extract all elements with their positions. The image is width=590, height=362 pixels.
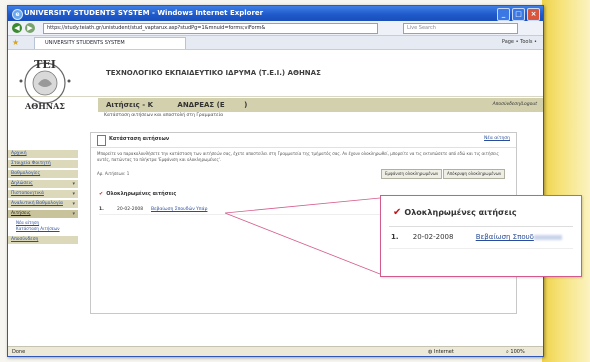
callout-row: 1. 20-02-2008 Βεβαίωση Σπουδ <box>391 233 562 241</box>
callout-row-number: 1. <box>391 233 399 241</box>
blurred-text <box>533 234 562 240</box>
address-input[interactable]: https://study.teiath.gr/unistudent/stud_… <box>43 23 378 34</box>
window-title: UNIVERSITY STUDENTS SYSTEM - Windows Int… <box>24 9 264 17</box>
status-text: Done <box>12 349 26 355</box>
description-text: Μπορείτε να παρακολουθήσετε την κατάστασ… <box>97 151 499 162</box>
check-icon: ✔ <box>99 191 104 197</box>
chevron-down-icon: ▾ <box>72 211 75 217</box>
completed-heading: ✔ Ολοκληρωμένες αιτήσεις <box>99 191 177 197</box>
callout-row-link[interactable]: Βεβαίωση Σπουδ <box>476 233 562 241</box>
sidebar-item-transcript[interactable]: Αναλυτική Βαθμολογία ▾ <box>8 200 78 208</box>
document-icon <box>97 135 106 146</box>
sidebar-item-grades[interactable]: Βαθμολογίες <box>8 170 78 178</box>
sidebar-item-certificates[interactable]: Πιστοποιητικά ▾ <box>8 190 78 198</box>
sidebar: Αρχική Στοιχεία Φοιτητή Βαθμολογίες Δηλώ… <box>8 150 78 246</box>
zoom-callout: ✔ Ολοκληρωμένες αιτήσεις 1. 20-02-2008 Βε… <box>380 195 582 277</box>
sidebar-item-home[interactable]: Αρχική <box>8 150 78 158</box>
sidebar-item-logout[interactable]: Αποσύνδεση <box>8 236 78 244</box>
applications-count: Αρ. Αιτήσεων: 1 <box>97 171 130 176</box>
favorites-star-icon[interactable]: ★ <box>12 37 19 48</box>
page-tools-menu[interactable]: Page • Tools • <box>502 37 537 48</box>
callout-heading: ✔ Ολοκληρωμένες αιτήσεις <box>393 207 517 218</box>
page-edge-decoration <box>542 0 590 362</box>
sidebar-item-student-info[interactable]: Στοιχεία Φοιτητή <box>8 160 78 168</box>
search-input[interactable]: Live Search <box>403 23 518 34</box>
forward-icon[interactable]: ▶ <box>25 23 35 33</box>
hide-completed-button[interactable]: Απόκρυψη ολοκληρωμένων <box>443 169 506 179</box>
institution-title: ΤΕΧΝΟΛΟΓΙΚΟ ΕΚΠΑΙΔΕΥΤΙΚΟ ΙΔΡΥΜΑ (Τ.Ε.Ι.)… <box>106 69 321 77</box>
security-zone: ◍ Internet <box>428 349 454 355</box>
tab-current[interactable]: UNIVERSITY STUDENTS SYSTEM <box>34 37 186 49</box>
new-application-link[interactable]: Νέα αίτηση <box>484 136 510 141</box>
zoom-level[interactable]: ⌕ 100% <box>506 347 525 356</box>
divider <box>389 226 573 227</box>
window-controls: _ □ × <box>497 8 540 21</box>
sidebar-item-applications[interactable]: Αιτήσεις ▾ <box>8 210 78 218</box>
maximize-button[interactable]: □ <box>512 8 525 21</box>
svg-text:ΑΘΗΝΑΣ: ΑΘΗΝΑΣ <box>24 101 65 111</box>
callout-row-date: 20-02-2008 <box>412 233 454 241</box>
sidebar-subitem-application-status[interactable]: Κατάσταση Αιτήσεων <box>8 226 78 232</box>
window-titlebar: e UNIVERSITY STUDENTS SYSTEM - Windows I… <box>8 6 543 21</box>
minimize-button[interactable]: _ <box>497 8 510 21</box>
check-icon: ✔ <box>393 207 402 218</box>
internet-explorer-icon: e <box>12 9 23 20</box>
main-panel-header: Κατάσταση αιτήσεων Νέα αίτηση <box>91 133 516 148</box>
svg-text:ΤΕΙ: ΤΕΙ <box>34 58 56 71</box>
tei-logo: ΤΕΙ ΑΘΗΝΑΣ <box>19 58 71 111</box>
zoom-icon: ⌕ <box>506 349 509 355</box>
back-icon[interactable]: ◀ <box>12 23 22 33</box>
chevron-down-icon: ▾ <box>72 201 75 207</box>
address-bar-row: ◀ ▶ https://study.teiath.gr/unistudent/s… <box>8 21 543 36</box>
site-header: ΤΕΙ ΑΘΗΝΑΣ ΤΕΧΝΟΛΟΓΙΚΟ ΕΚΠΑΙΔΕΥΤΙΚΟ ΙΔΡΥ… <box>8 50 543 111</box>
tab-bar: ★ UNIVERSITY STUDENTS SYSTEM Page • Tool… <box>8 36 543 50</box>
close-button[interactable]: × <box>527 8 540 21</box>
show-completed-button[interactable]: Εμφάνιση ολοκληρωμένων <box>381 169 443 179</box>
status-bar: Done ◍ Internet ⌕ 100% <box>8 346 543 356</box>
globe-icon: ◍ <box>428 349 433 355</box>
page-subtitle: Κατάσταση αιτήσεων και αποστολή στη Γραμ… <box>104 113 224 118</box>
section-bar: Αιτήσεις - Κ ΑΝΔΡΕΑΣ (Ε ) Αποσύνδεση/Log… <box>98 98 543 112</box>
divider <box>389 248 573 249</box>
logout-link[interactable]: Αποσύνδεση/Logout <box>493 99 537 111</box>
row-application-link[interactable]: Βεβαίωση Σπουδών Υπάρ <box>151 205 207 214</box>
sidebar-item-declarations[interactable]: Δηλώσεις ▾ <box>8 180 78 188</box>
row-number: 1. <box>99 207 104 212</box>
section-title: Αιτήσεις - Κ ΑΝΔΡΕΑΣ (Ε ) <box>106 101 248 109</box>
chevron-down-icon: ▾ <box>72 181 75 187</box>
chevron-down-icon: ▾ <box>72 191 75 197</box>
main-title: Κατάσταση αιτήσεων <box>109 136 170 142</box>
browser-window: e UNIVERSITY STUDENTS SYSTEM - Windows I… <box>7 5 544 357</box>
row-date: 20-02-2008 <box>117 207 144 212</box>
